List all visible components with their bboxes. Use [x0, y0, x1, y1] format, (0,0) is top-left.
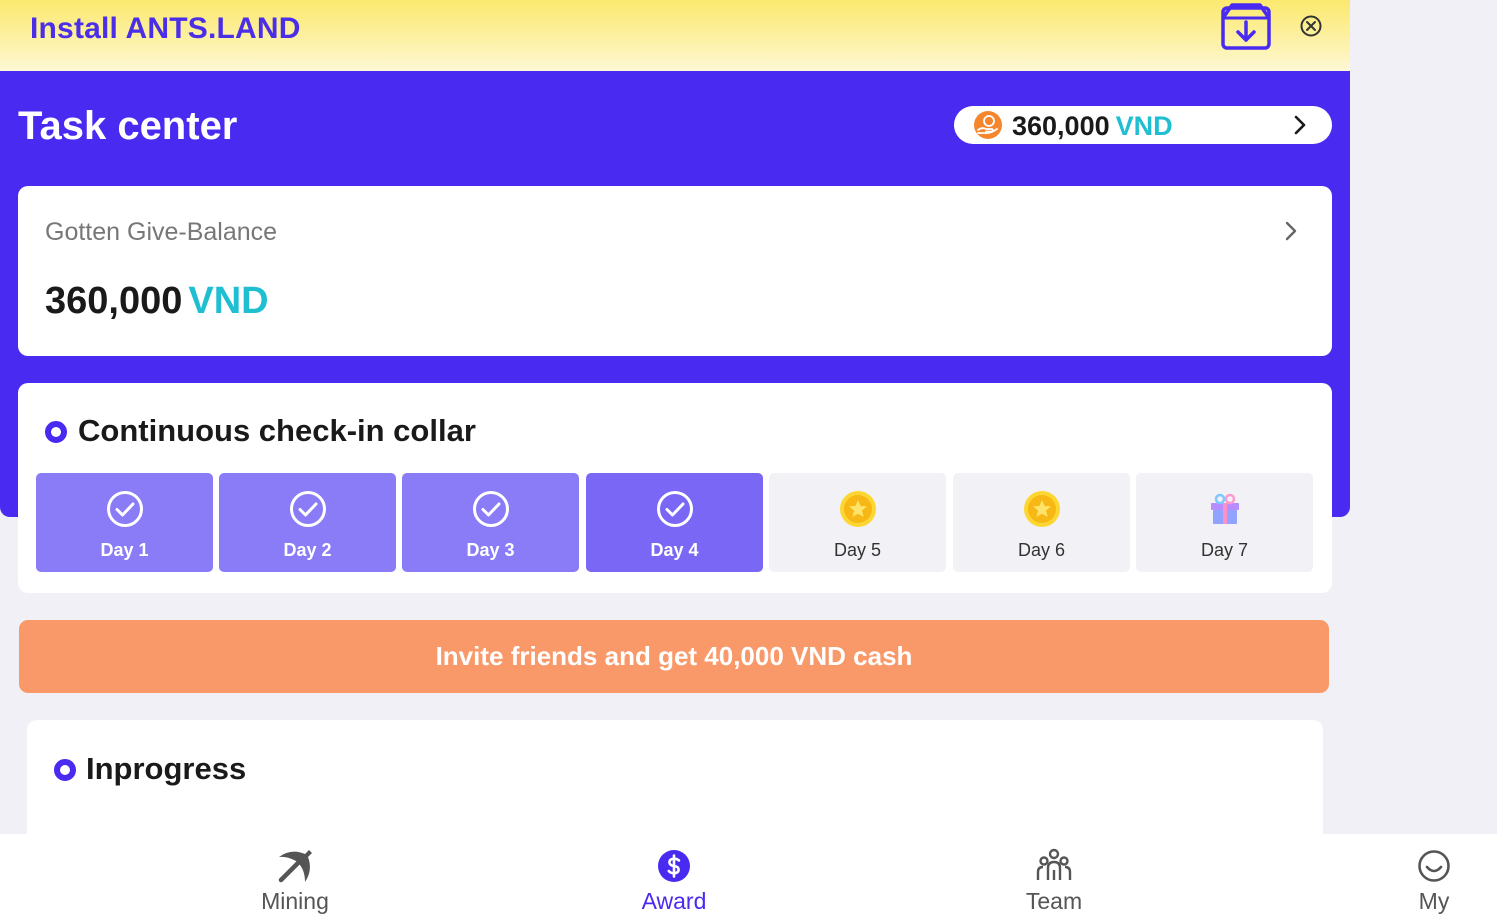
nav-item-my[interactable]: My	[1364, 834, 1497, 920]
inprogress-title: Inprogress	[86, 751, 247, 786]
checkin-day-label: Day 2	[283, 540, 332, 560]
section-dot-icon	[45, 421, 67, 443]
checkin-day-3[interactable]: Day 3	[402, 473, 579, 572]
install-title[interactable]: Install ANTS.LAND	[30, 12, 301, 46]
nav-label: Team	[1025, 888, 1083, 914]
balance-pill[interactable]: 360,000 VND	[954, 106, 1332, 144]
checkin-day-7[interactable]: Day 7	[1136, 473, 1313, 572]
bottom-nav: Mining Award Team My	[0, 834, 1497, 920]
section-dot-icon	[54, 759, 76, 781]
check-circle-icon	[655, 489, 695, 529]
download-box-icon[interactable]	[1220, 2, 1272, 52]
pill-amount: 360,000 VND	[1012, 111, 1173, 142]
checkin-day-label: Day 7	[1200, 540, 1249, 560]
nav-label: Award	[641, 888, 707, 914]
coin-hand-icon	[974, 111, 1002, 139]
balance-card[interactable]: Gotten Give-Balance 360,000 VND	[18, 186, 1332, 356]
close-icon[interactable]	[1299, 14, 1323, 38]
nav-label: Mining	[261, 888, 329, 914]
checkin-day-label: Day 1	[100, 540, 149, 560]
coin-icon	[1022, 489, 1062, 529]
checkin-day-5[interactable]: Day 5	[769, 473, 946, 572]
balance-amount: 360,000	[45, 280, 183, 322]
checkin-day-2[interactable]: Day 2	[219, 473, 396, 572]
chevron-right-icon	[1294, 115, 1306, 135]
checkin-title: Continuous check-in collar	[78, 413, 476, 448]
balance-currency: VND	[188, 280, 269, 322]
pickaxe-icon	[275, 846, 315, 886]
install-banner[interactable]: Install ANTS.LAND	[0, 0, 1350, 71]
nav-item-mining[interactable]: Mining	[225, 834, 365, 920]
gift-icon	[1205, 489, 1245, 529]
app-root: Install ANTS.LAND Task center 360,000 VND	[0, 0, 1497, 920]
checkin-day-label: Day 4	[650, 540, 699, 560]
check-circle-icon	[288, 489, 328, 529]
checkin-day-label: Day 3	[466, 540, 515, 560]
checkin-day-1[interactable]: Day 1	[36, 473, 213, 572]
checkin-day-label: Day 6	[1017, 540, 1066, 560]
nav-label: My	[1418, 888, 1450, 914]
checkin-day-6[interactable]: Day 6	[953, 473, 1130, 572]
nav-item-award[interactable]: Award	[604, 834, 744, 920]
inprogress-card: Inprogress	[27, 720, 1323, 850]
smile-icon	[1414, 846, 1454, 886]
check-circle-icon	[105, 489, 145, 529]
checkin-card: Continuous check-in collar Day 1 Day 2 Day…	[18, 383, 1332, 593]
balance-label: Gotten Give-Balance	[45, 218, 278, 246]
page-title: Task center	[18, 104, 238, 148]
invite-friends-button[interactable]: Invite friends and get 40,000 VND cash	[19, 620, 1329, 693]
team-icon	[1034, 846, 1074, 886]
checkin-day-row: Day 1 Day 2 Day 3 Day 4 Day 5 Day 6 Day 7	[36, 473, 1313, 572]
checkin-day-4[interactable]: Day 4	[586, 473, 763, 572]
pill-currency: VND	[1115, 111, 1173, 141]
pill-amount-value: 360,000	[1012, 111, 1110, 141]
dollar-icon	[654, 846, 694, 886]
coin-icon	[838, 489, 878, 529]
nav-item-team[interactable]: Team	[984, 834, 1124, 920]
balance-value: 360,000 VND	[45, 280, 269, 323]
checkin-day-label: Day 5	[833, 540, 882, 560]
check-circle-icon	[471, 489, 511, 529]
chevron-right-icon	[1285, 221, 1297, 241]
